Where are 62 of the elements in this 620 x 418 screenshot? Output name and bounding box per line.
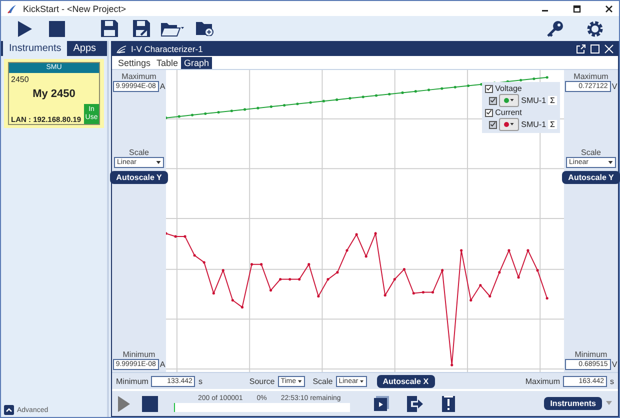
statistics-button[interactable]: Σ — [548, 96, 557, 105]
dropdown-arrow-icon — [608, 160, 613, 164]
save-icon[interactable] — [100, 20, 118, 37]
unit-label: s — [198, 376, 202, 386]
scale-label: Scale — [580, 148, 601, 156]
unit-label: s — [610, 376, 614, 386]
autoscale-y-button[interactable]: Autoscale Y — [110, 170, 168, 184]
minimum-label: Minimum — [122, 350, 156, 359]
plot-checkbox[interactable] — [489, 120, 498, 128]
close-icon[interactable] — [605, 4, 613, 12]
panel-title: I-V Characterizer-1 — [131, 44, 203, 54]
info-icon[interactable] — [442, 396, 455, 412]
play-icon[interactable] — [17, 20, 33, 38]
unit-label: A — [160, 82, 166, 91]
instruments-button[interactable]: Instruments — [544, 397, 602, 410]
autoscale-y-button[interactable]: Autoscale Y — [562, 170, 620, 184]
panel-tab[interactable]: Graph — [181, 57, 212, 69]
series-checkbox[interactable] — [485, 108, 494, 116]
unit-label: V — [612, 82, 618, 91]
stop-icon[interactable] — [142, 396, 158, 412]
dropdown-arrow-icon — [510, 123, 514, 126]
key-icon[interactable] — [546, 20, 564, 38]
open-folder-icon[interactable] — [161, 20, 185, 36]
maximum-label: Maximum — [122, 72, 156, 81]
unit-label: A — [160, 360, 166, 369]
settings-icon[interactable] — [586, 20, 604, 38]
maximum-label: Maximum — [574, 72, 608, 81]
scale-label: Scale — [128, 148, 149, 156]
maximize-icon[interactable] — [573, 4, 581, 12]
stop-icon[interactable] — [49, 20, 65, 36]
minimum-label: Minimum — [574, 350, 608, 359]
app-logo-icon — [7, 4, 17, 14]
run-step-icon[interactable] — [374, 396, 389, 411]
dropdown-arrow-icon — [298, 380, 302, 382]
maximum-label: Maximum — [525, 376, 560, 386]
scale-label: Scale — [312, 376, 333, 386]
device-label: SMU-1 — [521, 96, 546, 105]
series-label: Voltage — [495, 84, 522, 93]
color-picker-button[interactable] — [499, 94, 520, 107]
feather-icon — [116, 44, 127, 54]
export-icon[interactable] — [407, 396, 424, 412]
plot-checkbox[interactable] — [489, 96, 498, 104]
expand-up-icon[interactable] — [4, 405, 14, 415]
dropdown-arrow-icon — [510, 99, 514, 102]
statistics-button[interactable]: Σ — [548, 120, 557, 129]
save-as-icon[interactable] — [132, 20, 150, 37]
series-checkbox[interactable] — [485, 84, 494, 92]
autoscale-x-button[interactable]: Autoscale X — [376, 374, 435, 388]
instrument-name: My 2450 — [32, 88, 76, 100]
series-label: Current — [495, 108, 522, 117]
source-label: Source — [249, 376, 275, 386]
dropdown-arrow-icon — [360, 380, 364, 382]
dropdown-arrow-icon — [156, 160, 161, 164]
sidebar-tab[interactable]: Instruments — [3, 41, 68, 56]
new-folder-icon[interactable] — [196, 21, 214, 36]
unit-label: V — [612, 360, 618, 369]
model-label: 2450 — [10, 74, 30, 84]
pop-out-icon[interactable] — [576, 44, 586, 54]
color-picker-button[interactable] — [499, 118, 520, 131]
minimum-label: Minimum — [116, 376, 148, 386]
device-label: SMU-1 — [521, 120, 546, 129]
window-title: KickStart - <New Project> — [23, 4, 126, 14]
